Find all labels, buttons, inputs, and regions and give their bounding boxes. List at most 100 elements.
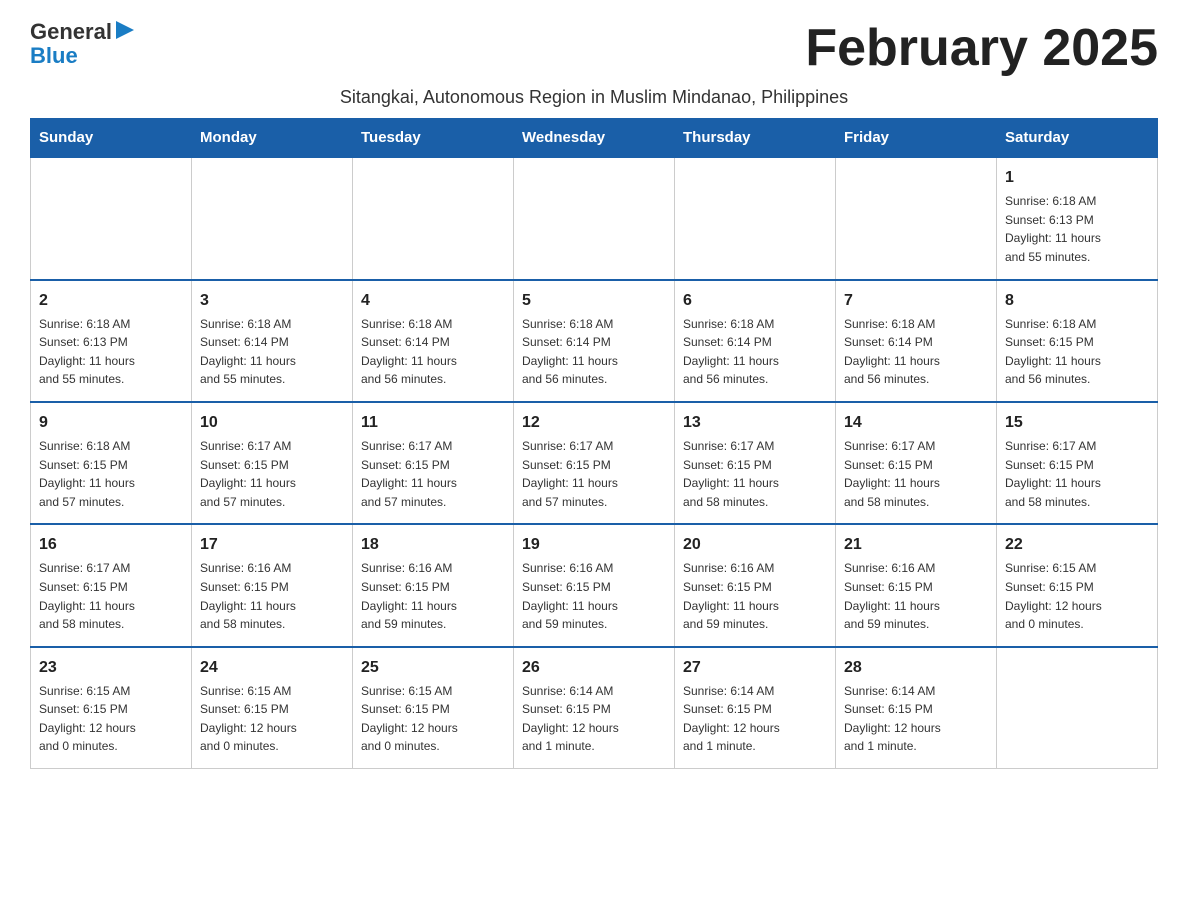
logo-blue: Blue: [30, 43, 78, 68]
calendar-cell: 14Sunrise: 6:17 AMSunset: 6:15 PMDayligh…: [836, 402, 997, 524]
day-info: Sunrise: 6:16 AMSunset: 6:15 PMDaylight:…: [361, 559, 505, 633]
calendar-cell: 3Sunrise: 6:18 AMSunset: 6:14 PMDaylight…: [192, 280, 353, 402]
calendar-day-header-tuesday: Tuesday: [353, 119, 514, 158]
day-number: 4: [361, 289, 505, 313]
calendar-cell: 6Sunrise: 6:18 AMSunset: 6:14 PMDaylight…: [675, 280, 836, 402]
calendar-cell: [675, 157, 836, 279]
calendar-cell: 16Sunrise: 6:17 AMSunset: 6:15 PMDayligh…: [31, 524, 192, 646]
calendar-cell: 2Sunrise: 6:18 AMSunset: 6:13 PMDaylight…: [31, 280, 192, 402]
calendar-day-header-wednesday: Wednesday: [514, 119, 675, 158]
day-number: 17: [200, 533, 344, 557]
day-info: Sunrise: 6:17 AMSunset: 6:15 PMDaylight:…: [1005, 437, 1149, 511]
day-number: 18: [361, 533, 505, 557]
calendar-cell: 5Sunrise: 6:18 AMSunset: 6:14 PMDaylight…: [514, 280, 675, 402]
day-number: 26: [522, 656, 666, 680]
calendar-cell: 9Sunrise: 6:18 AMSunset: 6:15 PMDaylight…: [31, 402, 192, 524]
day-number: 28: [844, 656, 988, 680]
calendar-cell: 11Sunrise: 6:17 AMSunset: 6:15 PMDayligh…: [353, 402, 514, 524]
day-number: 8: [1005, 289, 1149, 313]
calendar-cell: 12Sunrise: 6:17 AMSunset: 6:15 PMDayligh…: [514, 402, 675, 524]
calendar-cell: 13Sunrise: 6:17 AMSunset: 6:15 PMDayligh…: [675, 402, 836, 524]
day-number: 22: [1005, 533, 1149, 557]
calendar-cell: [514, 157, 675, 279]
calendar-cell: 23Sunrise: 6:15 AMSunset: 6:15 PMDayligh…: [31, 647, 192, 769]
day-number: 6: [683, 289, 827, 313]
day-number: 20: [683, 533, 827, 557]
calendar-cell: 8Sunrise: 6:18 AMSunset: 6:15 PMDaylight…: [997, 280, 1158, 402]
day-number: 25: [361, 656, 505, 680]
day-info: Sunrise: 6:16 AMSunset: 6:15 PMDaylight:…: [683, 559, 827, 633]
calendar-week-row: 9Sunrise: 6:18 AMSunset: 6:15 PMDaylight…: [31, 402, 1158, 524]
calendar-cell: [353, 157, 514, 279]
calendar-cell: 15Sunrise: 6:17 AMSunset: 6:15 PMDayligh…: [997, 402, 1158, 524]
day-info: Sunrise: 6:16 AMSunset: 6:15 PMDaylight:…: [522, 559, 666, 633]
calendar-cell: [836, 157, 997, 279]
logo-general: General: [30, 20, 112, 44]
day-number: 5: [522, 289, 666, 313]
calendar-cell: 1Sunrise: 6:18 AMSunset: 6:13 PMDaylight…: [997, 157, 1158, 279]
day-info: Sunrise: 6:18 AMSunset: 6:13 PMDaylight:…: [39, 315, 183, 389]
calendar-day-header-friday: Friday: [836, 119, 997, 158]
calendar-cell: 22Sunrise: 6:15 AMSunset: 6:15 PMDayligh…: [997, 524, 1158, 646]
page-header: General Blue February 2025: [30, 20, 1158, 77]
day-number: 23: [39, 656, 183, 680]
day-number: 15: [1005, 411, 1149, 435]
day-info: Sunrise: 6:16 AMSunset: 6:15 PMDaylight:…: [200, 559, 344, 633]
calendar-cell: 21Sunrise: 6:16 AMSunset: 6:15 PMDayligh…: [836, 524, 997, 646]
calendar-cell: 10Sunrise: 6:17 AMSunset: 6:15 PMDayligh…: [192, 402, 353, 524]
calendar-cell: 19Sunrise: 6:16 AMSunset: 6:15 PMDayligh…: [514, 524, 675, 646]
day-number: 13: [683, 411, 827, 435]
calendar-week-row: 1Sunrise: 6:18 AMSunset: 6:13 PMDaylight…: [31, 157, 1158, 279]
day-info: Sunrise: 6:17 AMSunset: 6:15 PMDaylight:…: [39, 559, 183, 633]
day-number: 7: [844, 289, 988, 313]
calendar-cell: [997, 647, 1158, 769]
calendar-week-row: 23Sunrise: 6:15 AMSunset: 6:15 PMDayligh…: [31, 647, 1158, 769]
day-info: Sunrise: 6:18 AMSunset: 6:15 PMDaylight:…: [1005, 315, 1149, 389]
day-number: 24: [200, 656, 344, 680]
day-info: Sunrise: 6:18 AMSunset: 6:14 PMDaylight:…: [200, 315, 344, 389]
calendar-cell: 26Sunrise: 6:14 AMSunset: 6:15 PMDayligh…: [514, 647, 675, 769]
calendar-week-row: 2Sunrise: 6:18 AMSunset: 6:13 PMDaylight…: [31, 280, 1158, 402]
calendar-cell: 28Sunrise: 6:14 AMSunset: 6:15 PMDayligh…: [836, 647, 997, 769]
day-info: Sunrise: 6:14 AMSunset: 6:15 PMDaylight:…: [844, 682, 988, 756]
logo-icon: [114, 19, 136, 41]
day-number: 27: [683, 656, 827, 680]
day-number: 16: [39, 533, 183, 557]
day-info: Sunrise: 6:15 AMSunset: 6:15 PMDaylight:…: [200, 682, 344, 756]
day-info: Sunrise: 6:14 AMSunset: 6:15 PMDaylight:…: [522, 682, 666, 756]
month-title: February 2025: [805, 20, 1158, 77]
day-number: 14: [844, 411, 988, 435]
calendar-day-header-sunday: Sunday: [31, 119, 192, 158]
day-info: Sunrise: 6:18 AMSunset: 6:15 PMDaylight:…: [39, 437, 183, 511]
calendar-cell: 27Sunrise: 6:14 AMSunset: 6:15 PMDayligh…: [675, 647, 836, 769]
subtitle: Sitangkai, Autonomous Region in Muslim M…: [30, 87, 1158, 108]
day-info: Sunrise: 6:18 AMSunset: 6:14 PMDaylight:…: [844, 315, 988, 389]
day-info: Sunrise: 6:17 AMSunset: 6:15 PMDaylight:…: [683, 437, 827, 511]
calendar-cell: 25Sunrise: 6:15 AMSunset: 6:15 PMDayligh…: [353, 647, 514, 769]
calendar-day-header-thursday: Thursday: [675, 119, 836, 158]
calendar-cell: 7Sunrise: 6:18 AMSunset: 6:14 PMDaylight…: [836, 280, 997, 402]
day-info: Sunrise: 6:15 AMSunset: 6:15 PMDaylight:…: [39, 682, 183, 756]
day-number: 9: [39, 411, 183, 435]
calendar-table: SundayMondayTuesdayWednesdayThursdayFrid…: [30, 118, 1158, 769]
calendar-day-header-monday: Monday: [192, 119, 353, 158]
day-info: Sunrise: 6:17 AMSunset: 6:15 PMDaylight:…: [844, 437, 988, 511]
calendar-cell: 18Sunrise: 6:16 AMSunset: 6:15 PMDayligh…: [353, 524, 514, 646]
day-info: Sunrise: 6:17 AMSunset: 6:15 PMDaylight:…: [361, 437, 505, 511]
day-number: 10: [200, 411, 344, 435]
day-info: Sunrise: 6:18 AMSunset: 6:13 PMDaylight:…: [1005, 192, 1149, 266]
day-info: Sunrise: 6:17 AMSunset: 6:15 PMDaylight:…: [522, 437, 666, 511]
logo: General Blue: [30, 20, 136, 68]
day-number: 21: [844, 533, 988, 557]
day-info: Sunrise: 6:15 AMSunset: 6:15 PMDaylight:…: [1005, 559, 1149, 633]
calendar-cell: 4Sunrise: 6:18 AMSunset: 6:14 PMDaylight…: [353, 280, 514, 402]
day-number: 2: [39, 289, 183, 313]
day-number: 11: [361, 411, 505, 435]
calendar-cell: [192, 157, 353, 279]
day-info: Sunrise: 6:17 AMSunset: 6:15 PMDaylight:…: [200, 437, 344, 511]
calendar-day-header-saturday: Saturday: [997, 119, 1158, 158]
day-info: Sunrise: 6:14 AMSunset: 6:15 PMDaylight:…: [683, 682, 827, 756]
day-info: Sunrise: 6:18 AMSunset: 6:14 PMDaylight:…: [522, 315, 666, 389]
day-number: 19: [522, 533, 666, 557]
day-number: 1: [1005, 166, 1149, 190]
